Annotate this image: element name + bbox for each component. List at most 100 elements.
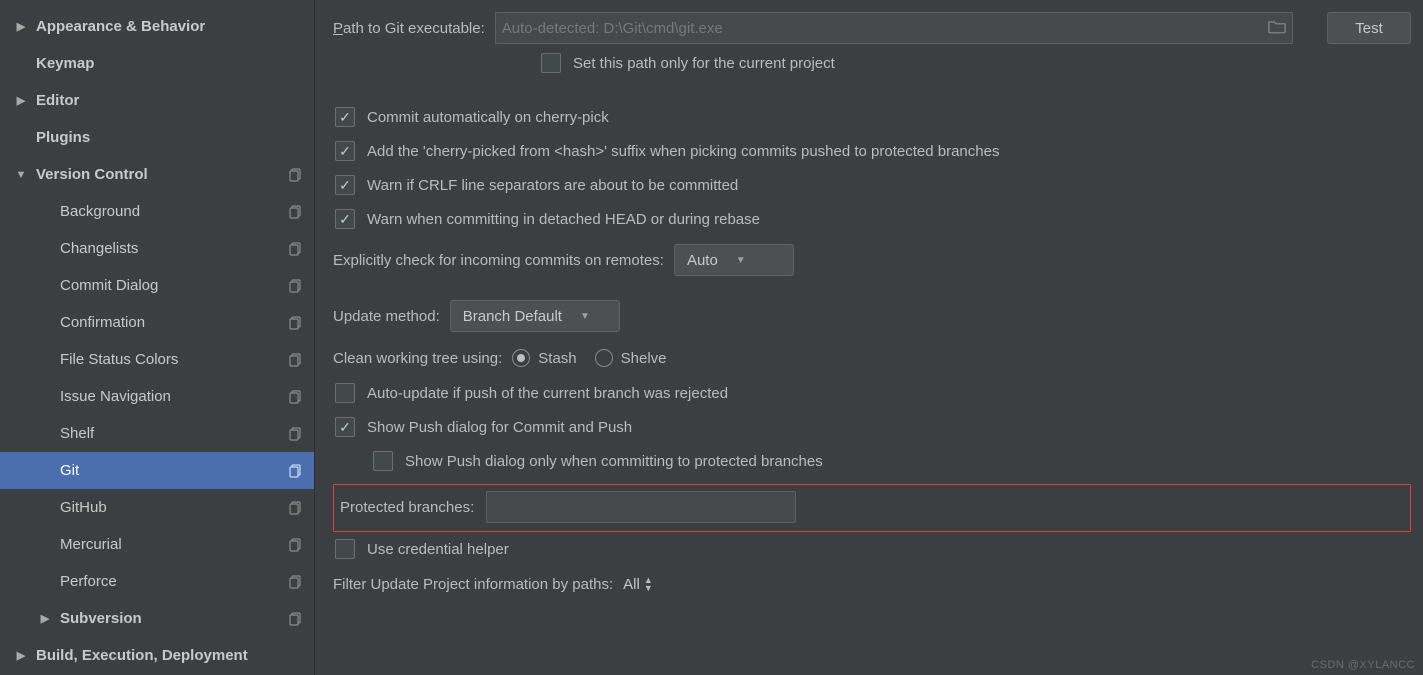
project-scope-icon xyxy=(288,205,304,219)
checkbox-label: Warn if CRLF line separators are about t… xyxy=(367,177,738,194)
filter-update-value-dropdown[interactable]: All ▲▼ xyxy=(623,576,653,593)
sidebar-item-build-execution-deployment[interactable]: ▶ Build, Execution, Deployment xyxy=(0,637,314,674)
checkbox-label: Add the 'cherry-picked from <hash>' suff… xyxy=(367,143,999,160)
clean-tree-label: Clean working tree using: xyxy=(333,350,502,367)
filter-update-value: All xyxy=(623,576,640,593)
project-scope-icon xyxy=(288,501,304,515)
sidebar-item-label: Confirmation xyxy=(60,314,288,331)
checkbox-label: Use credential helper xyxy=(367,541,509,558)
checkbox-set-path-current-project[interactable] xyxy=(541,53,561,73)
checkbox-commit-cherry-pick[interactable] xyxy=(335,107,355,127)
sidebar-item-version-control[interactable]: ▼ Version Control xyxy=(0,156,314,193)
sidebar-item-commit-dialog[interactable]: Commit Dialog xyxy=(0,267,314,304)
sidebar-item-perforce[interactable]: Perforce xyxy=(0,563,314,600)
sidebar-item-label: Editor xyxy=(36,92,304,109)
chevron-down-icon: ▼ xyxy=(736,255,746,266)
chevron-right-icon: ▶ xyxy=(14,20,28,33)
checkbox-label: Show Push dialog for Commit and Push xyxy=(367,419,632,436)
git-path-label: Path to Git executable: xyxy=(333,20,485,37)
sidebar-item-background[interactable]: Background xyxy=(0,193,314,230)
sidebar-item-label: Keymap xyxy=(36,55,304,72)
sidebar-item-github[interactable]: GitHub xyxy=(0,489,314,526)
project-scope-icon xyxy=(288,316,304,330)
checkbox-label: Set this path only for the current proje… xyxy=(573,55,835,72)
checkbox-auto-update-push[interactable] xyxy=(335,383,355,403)
checkbox-crlf-warn[interactable] xyxy=(335,175,355,195)
sidebar-item-label: Issue Navigation xyxy=(60,388,288,405)
sidebar-item-issue-navigation[interactable]: Issue Navigation xyxy=(0,378,314,415)
sidebar-item-editor[interactable]: ▶ Editor xyxy=(0,82,314,119)
sidebar-item-changelists[interactable]: Changelists xyxy=(0,230,314,267)
button-label: Test xyxy=(1355,20,1383,37)
project-scope-icon xyxy=(288,353,304,367)
radio-stash[interactable]: Stash xyxy=(512,349,576,367)
sidebar-item-label: Mercurial xyxy=(60,536,288,553)
folder-open-icon[interactable] xyxy=(1262,19,1286,38)
settings-sidebar: ▶ Appearance & Behavior Keymap ▶ Editor … xyxy=(0,0,315,675)
watermark-text: CSDN @XYLANCC xyxy=(1311,659,1415,671)
protected-branches-input[interactable] xyxy=(486,491,796,523)
checkbox-credential-helper[interactable] xyxy=(335,539,355,559)
sidebar-item-label: GitHub xyxy=(60,499,288,516)
sidebar-item-subversion[interactable]: ▶ Subversion xyxy=(0,600,314,637)
project-scope-icon xyxy=(288,242,304,256)
project-scope-icon xyxy=(288,538,304,552)
sidebar-item-label: Commit Dialog xyxy=(60,277,288,294)
project-scope-icon xyxy=(288,464,304,478)
radio-off-icon xyxy=(595,349,613,367)
git-path-input[interactable]: Auto-detected: D:\Git\cmd\git.exe xyxy=(495,12,1293,44)
sidebar-item-label: Appearance & Behavior xyxy=(36,18,304,35)
chevron-right-icon: ▶ xyxy=(38,612,52,625)
project-scope-icon xyxy=(288,427,304,441)
sidebar-item-label: Build, Execution, Deployment xyxy=(36,647,304,664)
protected-branches-label: Protected branches: xyxy=(340,499,474,516)
project-scope-icon xyxy=(288,390,304,404)
checkbox-label: Auto-update if push of the current branc… xyxy=(367,385,728,402)
checkbox-label: Commit automatically on cherry-pick xyxy=(367,109,609,126)
test-button[interactable]: Test xyxy=(1327,12,1411,44)
sidebar-item-mercurial[interactable]: Mercurial xyxy=(0,526,314,563)
checkbox-show-push-dialog[interactable] xyxy=(335,417,355,437)
select-value: Branch Default xyxy=(463,308,562,325)
update-method-label: Update method: xyxy=(333,308,440,325)
checkbox-show-push-protected[interactable] xyxy=(373,451,393,471)
chevron-down-icon: ▼ xyxy=(14,169,28,181)
sidebar-item-label: Background xyxy=(60,203,288,220)
sidebar-item-label: Perforce xyxy=(60,573,288,590)
radio-on-icon xyxy=(512,349,530,367)
explicit-check-label: Explicitly check for incoming commits on… xyxy=(333,252,664,269)
project-scope-icon xyxy=(288,279,304,293)
checkbox-label: Warn when committing in detached HEAD or… xyxy=(367,211,760,228)
sidebar-item-label: Changelists xyxy=(60,240,288,257)
chevron-right-icon: ▶ xyxy=(14,649,28,662)
project-scope-icon xyxy=(288,168,304,182)
chevron-down-icon: ▼ xyxy=(580,311,590,322)
sidebar-item-file-status-colors[interactable]: File Status Colors xyxy=(0,341,314,378)
radio-label: Shelve xyxy=(621,350,667,367)
clean-tree-radio-group: Stash Shelve xyxy=(512,349,666,367)
sidebar-item-label: Shelf xyxy=(60,425,288,442)
sidebar-item-label: Plugins xyxy=(36,129,304,146)
explicit-check-select[interactable]: Auto ▼ xyxy=(674,244,794,276)
sidebar-item-plugins[interactable]: Plugins xyxy=(0,119,314,156)
sidebar-item-label: Subversion xyxy=(60,610,288,627)
sort-arrows-icon: ▲▼ xyxy=(644,576,653,592)
protected-branches-highlight: Protected branches: xyxy=(333,484,1411,532)
checkbox-label: Show Push dialog only when committing to… xyxy=(405,453,823,470)
sidebar-item-shelf[interactable]: Shelf xyxy=(0,415,314,452)
update-method-select[interactable]: Branch Default ▼ xyxy=(450,300,620,332)
sidebar-item-keymap[interactable]: Keymap xyxy=(0,45,314,82)
filter-update-label: Filter Update Project information by pat… xyxy=(333,576,613,593)
sidebar-item-appearance-behavior[interactable]: ▶ Appearance & Behavior xyxy=(0,8,314,45)
radio-shelve[interactable]: Shelve xyxy=(595,349,667,367)
sidebar-item-label: File Status Colors xyxy=(60,351,288,368)
git-path-placeholder: Auto-detected: D:\Git\cmd\git.exe xyxy=(502,20,1262,37)
checkbox-cherry-suffix[interactable] xyxy=(335,141,355,161)
checkbox-detached-warn[interactable] xyxy=(335,209,355,229)
radio-label: Stash xyxy=(538,350,576,367)
sidebar-item-git[interactable]: Git xyxy=(0,452,314,489)
select-value: Auto xyxy=(687,252,718,269)
project-scope-icon xyxy=(288,612,304,626)
sidebar-item-label: Version Control xyxy=(36,166,288,183)
sidebar-item-confirmation[interactable]: Confirmation xyxy=(0,304,314,341)
